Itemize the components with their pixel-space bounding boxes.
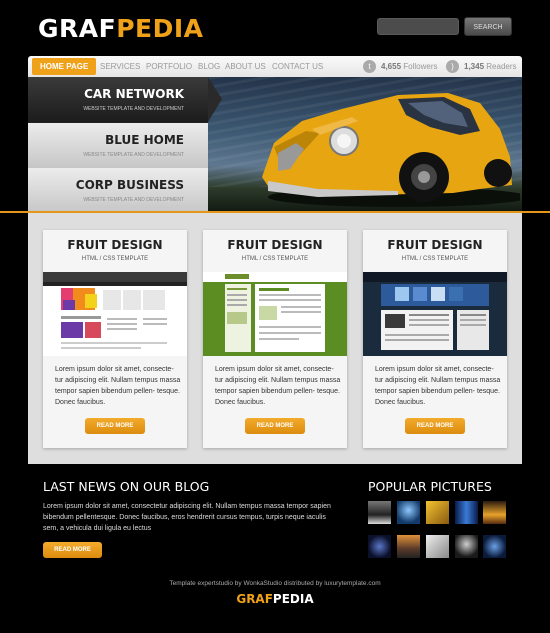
twitter-label: Followers xyxy=(403,62,438,71)
card-description: Lorem ipsum dolor sit amet, consecte- tu… xyxy=(215,366,341,406)
footer-logo-part-1: GRAF xyxy=(236,592,273,606)
portfolio-section: FRUIT DESIGN HTML / CSS TEMPLATE Lorem i… xyxy=(28,213,522,464)
nav-item-blog[interactable]: BLOG xyxy=(198,56,220,77)
card-thumbnail[interactable] xyxy=(43,272,187,356)
footer: LAST NEWS ON OUR BLOG Lorem ipsum dolor … xyxy=(0,464,550,633)
twitter-icon[interactable]: t xyxy=(363,60,376,73)
popular-picture-thumbnail[interactable] xyxy=(397,535,420,558)
hero-tab-title: BLUE HOME xyxy=(105,133,184,147)
hero-tab-car-network[interactable]: CAR NETWORK WEBSITE TEMPLATE AND DEVELOP… xyxy=(28,77,222,122)
news-text: Lorem ipsum dolor sit amet, consectetur … xyxy=(43,503,331,532)
read-more-button[interactable]: READ MORE xyxy=(405,418,465,434)
popular-picture-thumbnail[interactable] xyxy=(483,501,506,524)
search-button[interactable]: SEARCH xyxy=(464,17,512,36)
card-title: FRUIT DESIGN xyxy=(227,238,323,252)
card-thumbnail[interactable] xyxy=(363,272,507,356)
popular-picture-thumbnail[interactable] xyxy=(455,535,478,558)
car-image xyxy=(262,93,520,207)
card-description: Lorem ipsum dolor sit amet, consecte- tu… xyxy=(375,366,501,406)
portfolio-card: FRUIT DESIGN HTML / CSS TEMPLATE Lorem i… xyxy=(43,230,187,448)
footer-logo-part-2: PEDIA xyxy=(272,592,314,606)
twitter-count: 4,655 xyxy=(381,62,402,71)
card-thumbnail[interactable] xyxy=(203,272,347,356)
card-description: Lorem ipsum dolor sit amet, consecte- tu… xyxy=(55,366,181,406)
rss-stat: 1,345 Readers xyxy=(464,56,517,77)
hero-slider: CAR NETWORK WEBSITE TEMPLATE AND DEVELOP… xyxy=(28,77,522,213)
nav-item-about[interactable]: ABOUT US xyxy=(225,56,266,77)
portfolio-card: FRUIT DESIGN HTML / CSS TEMPLATE Lorem i… xyxy=(203,230,347,448)
twitter-stat: 4,655 Followers xyxy=(381,56,438,77)
read-more-button[interactable]: READ MORE xyxy=(85,418,145,434)
site-logo[interactable]: GRAFPEDIA xyxy=(38,14,204,43)
popular-picture-thumbnail[interactable] xyxy=(368,501,391,524)
rss-label: Readers xyxy=(486,62,517,71)
card-subtitle: HTML / CSS TEMPLATE xyxy=(81,256,149,262)
rss-count: 1,345 xyxy=(464,62,485,71)
card-title: FRUIT DESIGN xyxy=(67,238,163,252)
popular-picture-thumbnail[interactable] xyxy=(397,501,420,524)
popular-picture-thumbnail[interactable] xyxy=(483,535,506,558)
nav-item-services[interactable]: SERVICES xyxy=(100,56,140,77)
popular-picture-thumbnail[interactable] xyxy=(368,535,391,558)
hero-tab-corp-business[interactable]: CORP BUSINESS WEBSITE TEMPLATE AND DEVEL… xyxy=(28,168,208,213)
footer-logo[interactable]: GRAFPEDIA xyxy=(0,592,550,606)
footer-credit: Template expertstudio by WonkaStudio dis… xyxy=(169,580,381,587)
hero-tab-subtitle: WEBSITE TEMPLATE AND DEVELOPMENT xyxy=(83,152,184,158)
nav-item-home[interactable]: HOME PAGE xyxy=(32,58,97,75)
popular-picture-thumbnail[interactable] xyxy=(455,501,478,524)
news-heading: LAST NEWS ON OUR BLOG xyxy=(43,479,210,494)
nav-item-contact[interactable]: CONTACT US xyxy=(272,56,323,77)
portfolio-card: FRUIT DESIGN HTML / CSS TEMPLATE Lorem i… xyxy=(363,230,507,448)
card-subtitle: HTML / CSS TEMPLATE xyxy=(241,256,309,262)
nav-item-portfolio[interactable]: PORTFOLIO xyxy=(146,56,192,77)
read-more-button[interactable]: READ MORE xyxy=(245,418,305,434)
hero-tab-blue-home[interactable]: BLUE HOME WEBSITE TEMPLATE AND DEVELOPME… xyxy=(28,123,208,168)
card-title: FRUIT DESIGN xyxy=(387,238,483,252)
hero-tab-title: CORP BUSINESS xyxy=(75,178,184,192)
search-input[interactable] xyxy=(377,18,459,35)
popular-picture-thumbnail[interactable] xyxy=(426,501,449,524)
popular-picture-thumbnail[interactable] xyxy=(426,535,449,558)
hero-tab-subtitle: WEBSITE TEMPLATE AND DEVELOPMENT xyxy=(83,197,184,203)
hero-tab-subtitle: WEBSITE TEMPLATE AND DEVELOPMENT xyxy=(83,106,184,112)
popular-pictures-heading: POPULAR PICTURES xyxy=(368,479,492,494)
logo-part-2: PEDIA xyxy=(116,14,204,43)
logo-part-1: GRAF xyxy=(38,14,117,43)
header: GRAFPEDIA SEARCH xyxy=(0,0,550,56)
news-read-more-button[interactable]: READ MORE xyxy=(43,542,102,558)
card-subtitle: HTML / CSS TEMPLATE xyxy=(401,256,469,262)
main-nav: HOME PAGE SERVICES PORTFOLIO BLOG ABOUT … xyxy=(28,56,522,77)
hero-tab-title: CAR NETWORK xyxy=(84,87,184,101)
rss-icon[interactable]: ) xyxy=(446,60,459,73)
